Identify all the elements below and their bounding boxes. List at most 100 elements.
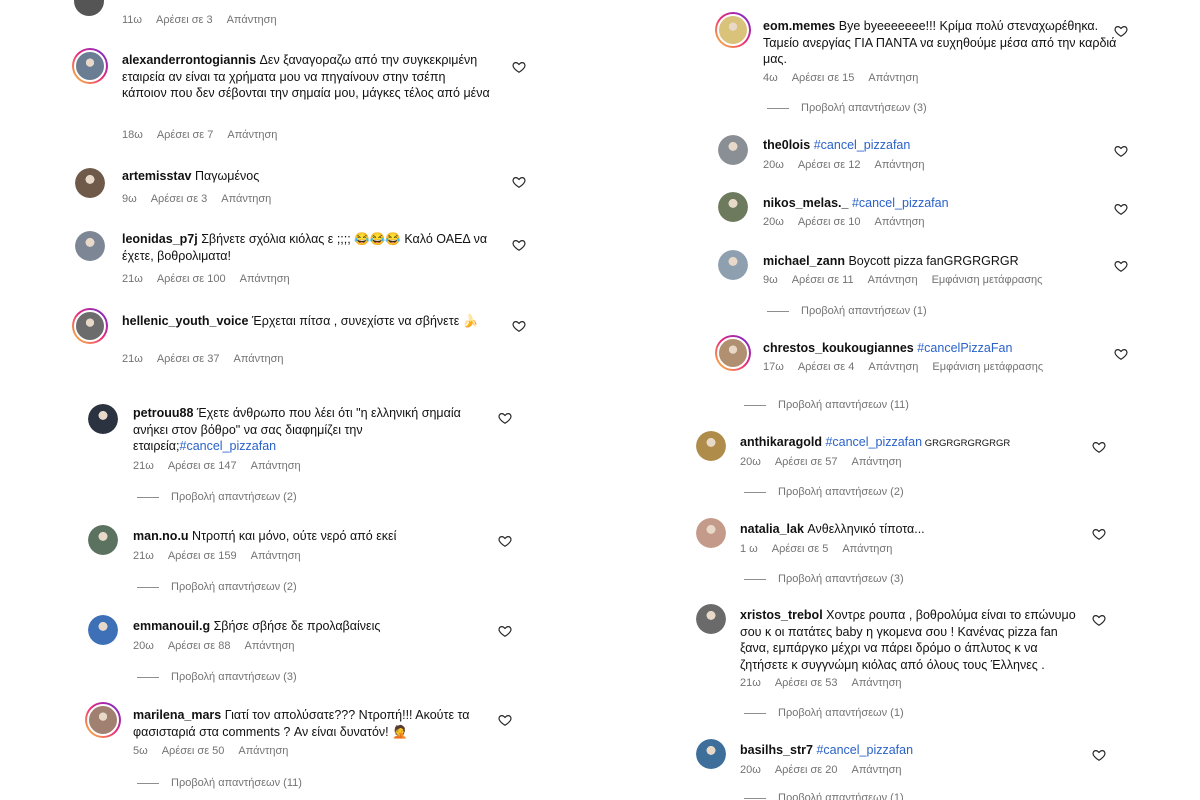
like-heart-icon[interactable] [1114, 202, 1128, 216]
avatar[interactable] [72, 48, 108, 84]
comment-username[interactable]: anthikaragold [740, 435, 822, 449]
reply-link[interactable]: Απάντηση [852, 677, 902, 689]
view-replies-label[interactable]: Προβολή απαντήσεων (1) [778, 792, 904, 800]
view-replies-button[interactable]: Προβολή απαντήσεων (2) [137, 491, 297, 503]
comment-username[interactable]: emmanouil.g [133, 619, 210, 633]
comment-likes[interactable]: Αρέσει σε 147 [168, 460, 237, 472]
comment-username[interactable]: marilena_mars [133, 708, 221, 722]
comment-likes[interactable]: Αρέσει σε 50 [162, 745, 225, 757]
comment-likes[interactable]: Αρέσει σε 7 [157, 129, 214, 141]
comment-likes[interactable]: Αρέσει σε 3 [156, 14, 213, 26]
like-heart-icon[interactable] [1092, 527, 1106, 541]
comment-likes[interactable]: Αρέσει σε 88 [168, 640, 231, 652]
avatar[interactable] [85, 702, 121, 738]
reply-link[interactable]: Απάντηση [852, 764, 902, 776]
avatar[interactable] [75, 168, 105, 198]
reply-link[interactable]: Απάντηση [238, 745, 288, 757]
comment-likes[interactable]: Αρέσει σε 159 [168, 550, 237, 562]
comment-likes[interactable]: Αρέσει σε 15 [792, 72, 855, 84]
comment-username[interactable]: basilhs_str7 [740, 743, 813, 757]
like-heart-icon[interactable] [512, 175, 526, 189]
avatar[interactable] [718, 250, 748, 280]
avatar[interactable] [72, 308, 108, 344]
avatar[interactable] [75, 231, 105, 261]
reply-link[interactable]: Απάντηση [852, 456, 902, 468]
comment-likes[interactable]: Αρέσει σε 53 [775, 677, 838, 689]
like-heart-icon[interactable] [498, 411, 512, 425]
comment-likes[interactable]: Αρέσει σε 20 [775, 764, 838, 776]
view-replies-button[interactable]: Προβολή απαντήσεων (3) [767, 102, 927, 114]
view-replies-label[interactable]: Προβολή απαντήσεων (2) [778, 486, 904, 498]
like-heart-icon[interactable] [498, 713, 512, 727]
view-replies-button[interactable]: Προβολή απαντήσεων (1) [744, 792, 904, 800]
comment-username[interactable]: nikos_melas._ [763, 196, 848, 210]
comment-username[interactable]: man.no.u [133, 529, 189, 543]
avatar[interactable] [74, 0, 104, 18]
translate-link[interactable]: Εμφάνιση μετάφρασης [932, 361, 1043, 373]
comment-username[interactable]: xristos_trebol [740, 608, 823, 622]
avatar[interactable] [696, 739, 726, 769]
like-heart-icon[interactable] [1114, 347, 1128, 361]
like-heart-icon[interactable] [1092, 748, 1106, 762]
avatar[interactable] [696, 604, 726, 634]
view-replies-button[interactable]: Προβολή απαντήσεων (1) [767, 305, 927, 317]
avatar[interactable] [696, 518, 726, 548]
comment-likes[interactable]: Αρέσει σε 10 [798, 216, 861, 228]
comment-username[interactable]: eom.memes [763, 19, 835, 33]
comment-likes[interactable]: Αρέσει σε 57 [775, 456, 838, 468]
like-heart-icon[interactable] [1114, 259, 1128, 273]
reply-link[interactable]: Απάντηση [875, 159, 925, 171]
hashtag-link[interactable]: #cancelPizzaFan [917, 341, 1012, 355]
view-replies-label[interactable]: Προβολή απαντήσεων (1) [801, 305, 927, 317]
reply-link[interactable]: Απάντηση [221, 193, 271, 205]
reply-link[interactable]: Απάντηση [875, 216, 925, 228]
avatar[interactable] [718, 192, 748, 222]
comment-username[interactable]: the0lois [763, 138, 810, 152]
like-heart-icon[interactable] [498, 624, 512, 638]
comment-likes[interactable]: Αρέσει σε 100 [157, 273, 226, 285]
reply-link[interactable]: Απάντηση [245, 640, 295, 652]
like-heart-icon[interactable] [1092, 613, 1106, 627]
reply-link[interactable]: Απάντηση [227, 14, 277, 26]
comment-username[interactable]: chrestos_koukougiannes [763, 341, 914, 355]
avatar[interactable] [718, 135, 748, 165]
view-replies-label[interactable]: Προβολή απαντήσεων (1) [778, 707, 904, 719]
view-replies-label[interactable]: Προβολή απαντήσεων (3) [778, 573, 904, 585]
view-replies-button[interactable]: Προβολή απαντήσεων (2) [137, 581, 297, 593]
like-heart-icon[interactable] [1114, 144, 1128, 158]
view-replies-label[interactable]: Προβολή απαντήσεων (2) [171, 581, 297, 593]
comment-likes[interactable]: Αρέσει σε 12 [798, 159, 861, 171]
view-replies-label[interactable]: Προβολή απαντήσεων (3) [801, 102, 927, 114]
view-replies-label[interactable]: Προβολή απαντήσεων (11) [778, 399, 909, 411]
comment-likes[interactable]: Αρέσει σε 4 [798, 361, 855, 373]
hashtag-link[interactable]: #cancel_pizzafan [825, 435, 922, 449]
translate-link[interactable]: Εμφάνιση μετάφρασης [932, 274, 1043, 286]
view-replies-button[interactable]: Προβολή απαντήσεων (11) [744, 399, 909, 411]
avatar[interactable] [715, 335, 751, 371]
avatar[interactable] [88, 525, 118, 555]
view-replies-label[interactable]: Προβολή απαντήσεων (3) [171, 671, 297, 683]
view-replies-button[interactable]: Προβολή απαντήσεων (3) [137, 671, 297, 683]
comment-likes[interactable]: Αρέσει σε 11 [792, 274, 854, 286]
reply-link[interactable]: Απάντηση [240, 273, 290, 285]
reply-link[interactable]: Απάντηση [251, 460, 301, 472]
view-replies-label[interactable]: Προβολή απαντήσεων (11) [171, 777, 302, 789]
avatar[interactable] [696, 431, 726, 461]
avatar[interactable] [88, 615, 118, 645]
view-replies-label[interactable]: Προβολή απαντήσεων (2) [171, 491, 297, 503]
comment-likes[interactable]: Αρέσει σε 5 [772, 543, 829, 555]
like-heart-icon[interactable] [512, 319, 526, 333]
reply-link[interactable]: Απάντηση [868, 72, 918, 84]
reply-link[interactable]: Απάντηση [868, 274, 918, 286]
hashtag-link[interactable]: #cancel_pizzafan [852, 196, 949, 210]
hashtag-link[interactable]: #cancel_pizzafan [816, 743, 913, 757]
reply-link[interactable]: Απάντηση [251, 550, 301, 562]
comment-username[interactable]: artemisstav [122, 169, 192, 183]
comment-username[interactable]: alexanderrontogiannis [122, 53, 256, 67]
comment-username[interactable]: michael_zann [763, 254, 845, 268]
view-replies-button[interactable]: Προβολή απαντήσεων (3) [744, 573, 904, 585]
hashtag-link[interactable]: #cancel_pizzafan [814, 138, 911, 152]
comment-username[interactable]: hellenic_youth_voice [122, 314, 248, 328]
hashtag-link[interactable]: #cancel_pizzafan [180, 439, 277, 453]
reply-link[interactable]: Απάντηση [227, 129, 277, 141]
